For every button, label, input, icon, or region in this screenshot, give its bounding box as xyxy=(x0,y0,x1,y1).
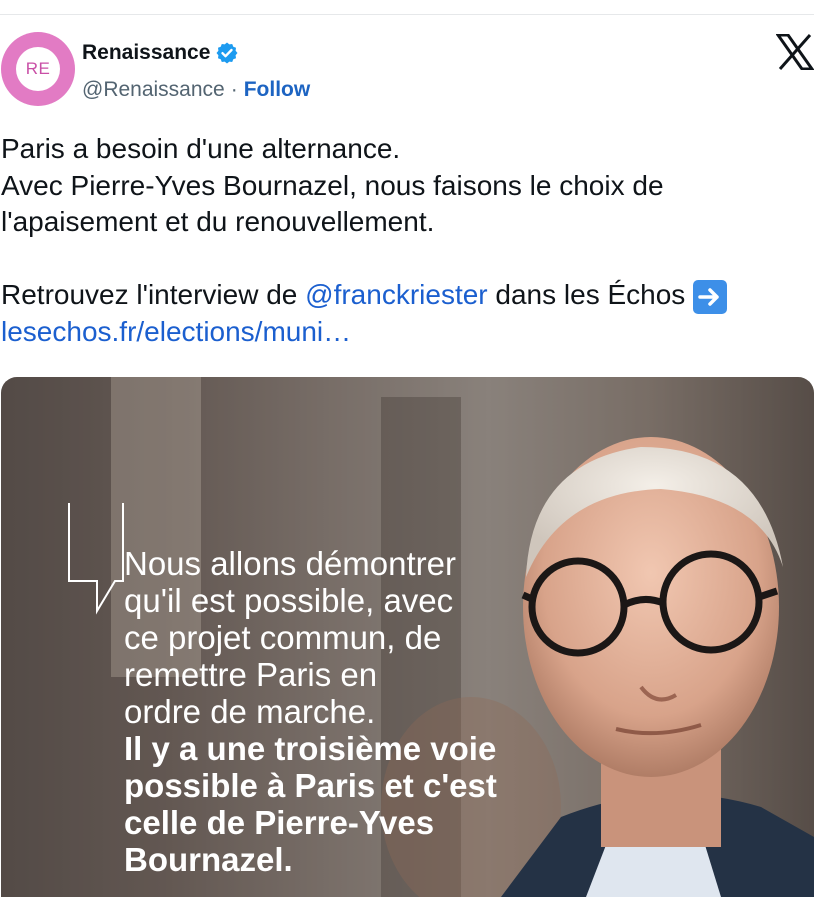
quote-normal-line-4: remettre Paris en xyxy=(124,656,378,693)
top-divider xyxy=(0,14,814,15)
quote-normal-line-1: Nous allons démontrer xyxy=(124,545,456,582)
tweet-line-5: lesechos.fr/elections/muni… xyxy=(1,314,813,351)
quote-bold-line-1: Il y a une troisième voie xyxy=(124,730,497,767)
quote-normal-line-5: ordre de marche. xyxy=(124,693,376,730)
handle[interactable]: @Renaissance xyxy=(82,78,225,102)
quote-bold-line-4: Bournazel. xyxy=(124,841,293,878)
follow-button[interactable]: Follow xyxy=(244,78,311,102)
separator-dot: · xyxy=(230,78,238,101)
mention-link[interactable]: @franckriester xyxy=(305,279,487,310)
tweet-text: Paris a besoin d'une alternance. Avec Pi… xyxy=(1,131,813,350)
avatar-logo: RE xyxy=(16,47,60,91)
tweet-line-4-suffix: dans les Échos xyxy=(487,279,686,310)
quote-normal-line-3: ce projet commun, de xyxy=(124,619,442,656)
tweet-line-3: l'apaisement et du renouvellement. xyxy=(1,206,435,237)
display-name[interactable]: Renaissance xyxy=(82,41,210,65)
quote-normal-line-2: qu'il est possible, avec xyxy=(124,582,454,619)
quote-text: Nous allons démontrer qu'il est possible… xyxy=(124,545,524,878)
quote-mark-icon xyxy=(68,503,124,615)
handle-row: @Renaissance · Follow xyxy=(82,78,310,102)
tweet-line-2: Avec Pierre-Yves Bournazel, nous faisons… xyxy=(1,169,664,201)
right-arrow-emoji-icon xyxy=(693,280,728,314)
x-logo-icon[interactable] xyxy=(776,34,814,70)
quote-bold-line-2: possible à Paris et c'est xyxy=(124,767,497,804)
name-row: Renaissance xyxy=(82,41,239,65)
tweet-line-1: Paris a besoin d'une alternance. xyxy=(1,133,401,164)
article-link[interactable]: lesechos.fr/elections/muni… xyxy=(1,316,351,347)
tweet-line-4-prefix: Retrouvez l'interview de xyxy=(1,279,306,310)
tweet-media-image[interactable]: Nous allons démontrer qu'il est possible… xyxy=(1,377,814,897)
quote-bold-line-3: celle de Pierre-Yves xyxy=(124,804,435,841)
tweet-line-4: Retrouvez l'interview de @franckriester … xyxy=(1,277,813,314)
verified-badge-icon xyxy=(216,42,238,64)
avatar[interactable]: RE xyxy=(1,32,75,106)
